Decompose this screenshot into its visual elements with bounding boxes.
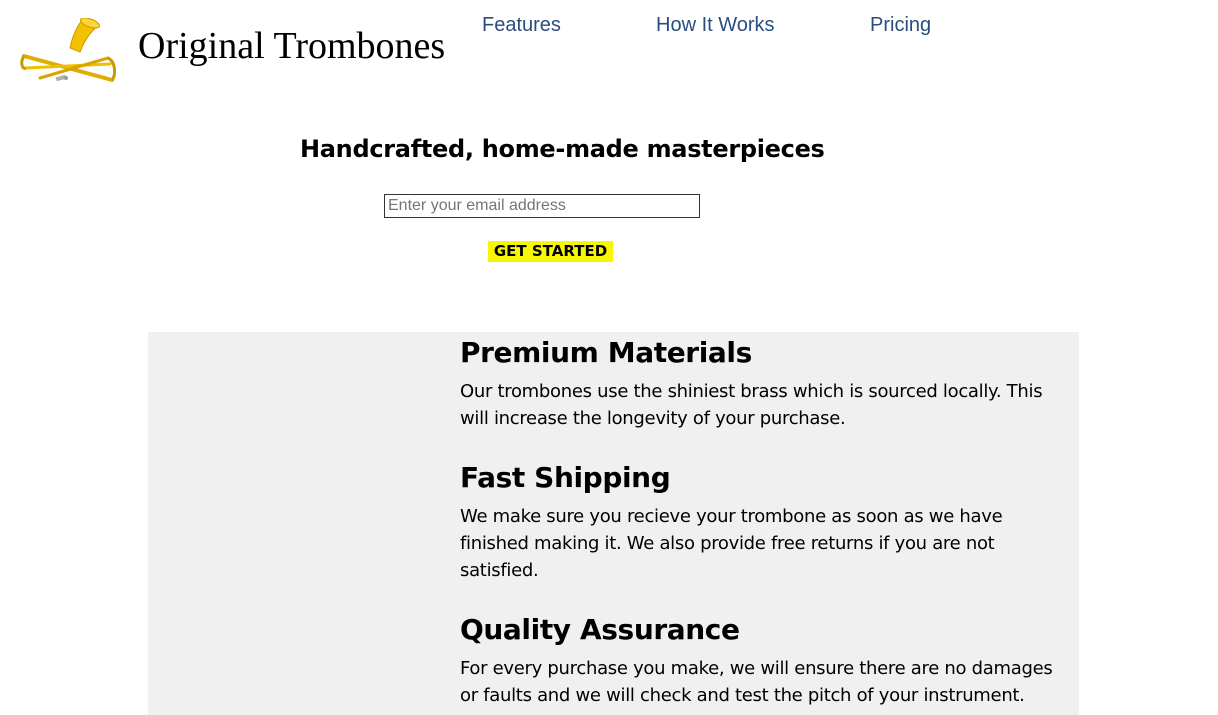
feature-item: Quality Assurance For every purchase you… bbox=[460, 611, 1060, 709]
feature-description: We make sure you recieve your trombone a… bbox=[460, 506, 1003, 581]
feature-title: Fast Shipping bbox=[460, 461, 671, 494]
nav-link-features[interactable]: Features bbox=[482, 14, 561, 37]
nav-link-how-it-works[interactable]: How It Works bbox=[656, 14, 775, 37]
get-started-button[interactable]: GET STARTED bbox=[488, 241, 613, 262]
feature-item: Fast Shipping We make sure you recieve y… bbox=[460, 459, 1060, 584]
brand-name: Original Trombones bbox=[138, 25, 446, 67]
feature-description: Our trombones use the shiniest brass whi… bbox=[460, 381, 1043, 429]
hero-title: Handcrafted, home-made masterpieces bbox=[300, 135, 825, 163]
nav-link-pricing[interactable]: Pricing bbox=[870, 14, 931, 37]
feature-title: Quality Assurance bbox=[460, 613, 740, 646]
email-input[interactable] bbox=[384, 194, 700, 218]
feature-title: Premium Materials bbox=[460, 336, 752, 369]
feature-item: Premium Materials Our trombones use the … bbox=[460, 334, 1060, 432]
trombone-icon[interactable] bbox=[20, 17, 117, 86]
site-header: Original Trombones Features How It Works… bbox=[0, 0, 1218, 100]
feature-description: For every purchase you make, we will ens… bbox=[460, 658, 1053, 706]
features-section: Premium Materials Our trombones use the … bbox=[148, 332, 1079, 715]
